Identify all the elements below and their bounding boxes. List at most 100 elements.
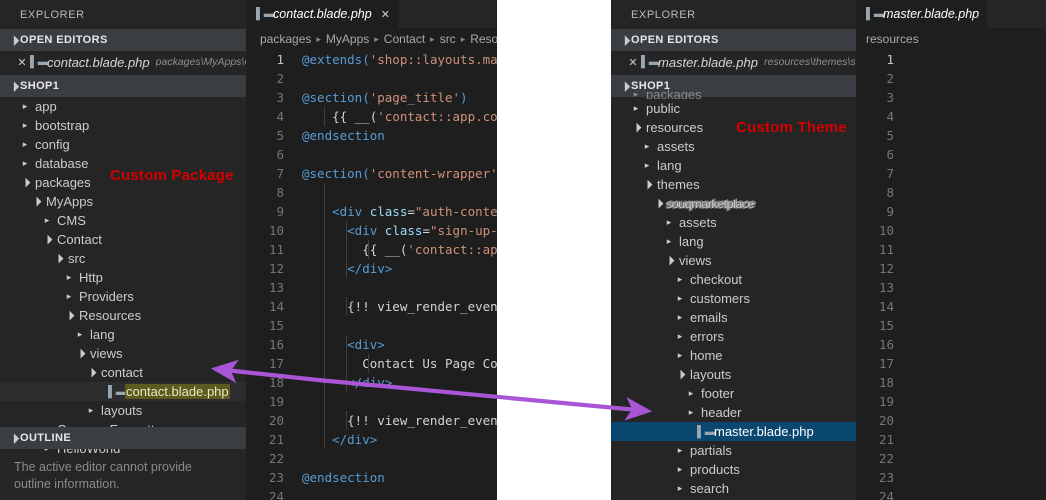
tree-item-lang[interactable]: lang <box>0 325 246 344</box>
code-line[interactable]: 10 <box>856 221 1046 240</box>
tree-item-themes[interactable]: themes <box>611 175 856 194</box>
code-line[interactable]: 15 <box>246 316 497 335</box>
breadcrumb-segment[interactable]: src <box>440 32 456 46</box>
code-line[interactable]: 6 <box>246 145 497 164</box>
tree-item-emails[interactable]: emails <box>611 308 856 327</box>
code-line[interactable]: 19 <box>856 392 1046 411</box>
code-line[interactable]: 21 <box>856 430 1046 449</box>
right-code-area[interactable]: 1234567891011121314151617181920212223242… <box>856 50 1046 500</box>
code-line[interactable]: 23 @endsection <box>246 468 497 487</box>
tab-contact-blade-php[interactable]: ▌▬ contact.blade.php ✕ <box>246 0 399 28</box>
code-line[interactable]: 5 @endsection <box>246 126 497 145</box>
tree-item-products[interactable]: products <box>611 460 856 479</box>
code-line[interactable]: 24 <box>856 487 1046 500</box>
tab-close-icon[interactable]: ✕ <box>381 8 390 21</box>
code-line[interactable]: 14 {!! view_render_event(' <box>246 297 497 316</box>
right-open-editors-header[interactable]: OPEN EDITORS <box>611 29 856 51</box>
code-line[interactable]: 10 <div class="sign-up-tex <box>246 221 497 240</box>
code-line[interactable]: 18 <box>856 373 1046 392</box>
tree-item-header[interactable]: header <box>611 403 856 422</box>
breadcrumb[interactable]: resources <box>856 28 1046 50</box>
code-line[interactable]: 20 {!! view_render_event(' <box>246 411 497 430</box>
tree-item-assets[interactable]: assets <box>611 213 856 232</box>
tree-item-partials[interactable]: partials <box>611 441 856 460</box>
code-line[interactable]: 1 @extends('shop::layouts.master' <box>246 50 497 69</box>
breadcrumb-segment[interactable]: Contact <box>384 32 425 46</box>
tree-item-lang[interactable]: lang <box>611 232 856 251</box>
tree-item-app[interactable]: app <box>0 97 246 116</box>
tree-item-contact[interactable]: contact <box>0 363 246 382</box>
code-line[interactable]: 19 <box>246 392 497 411</box>
tree-item-footer[interactable]: footer <box>611 384 856 403</box>
tree-item-resources[interactable]: Resources <box>0 306 246 325</box>
close-icon[interactable]: ✕ <box>14 56 30 69</box>
code-line[interactable]: 23 <box>856 468 1046 487</box>
breadcrumb[interactable]: packages ▸ MyApps ▸ Contact ▸ src ▸ Resources <box>246 28 497 50</box>
tree-item-views[interactable]: views <box>0 344 246 363</box>
breadcrumb-segment[interactable]: MyApps <box>326 32 369 46</box>
left-outline-header[interactable]: OUTLINE <box>0 427 246 449</box>
tree-item-errors[interactable]: errors <box>611 327 856 346</box>
tree-item-http[interactable]: Http <box>0 268 246 287</box>
tree-item-layouts[interactable]: layouts <box>611 365 856 384</box>
breadcrumb-segment[interactable]: Resources <box>470 32 497 46</box>
tree-item-contact[interactable]: Contact <box>0 230 246 249</box>
code-line[interactable]: 1 <box>856 50 1046 69</box>
code-line[interactable]: 17 Contact Us Page Conte <box>246 354 497 373</box>
tree-item-config[interactable]: config <box>0 135 246 154</box>
code-line[interactable]: 12 <box>856 259 1046 278</box>
tree-item-search[interactable]: search <box>611 479 856 498</box>
tree-item-contact-blade-php[interactable]: ▌▬ contact.blade.php <box>0 382 246 401</box>
code-line[interactable]: 16 <box>856 335 1046 354</box>
left-project-header[interactable]: SHOP1 <box>0 75 246 97</box>
code-line[interactable]: 3 <box>856 88 1046 107</box>
code-line[interactable]: 5 <box>856 126 1046 145</box>
code-line[interactable]: 3 @section('page_title') <box>246 88 497 107</box>
code-line[interactable]: 7 @section('content-wrapper') <box>246 164 497 183</box>
left-open-editor-item[interactable]: ✕ ▌▬ contact.blade.php packages\MyApps\C… <box>0 51 246 73</box>
code-line[interactable]: 13 <box>246 278 497 297</box>
code-line[interactable]: 15 <box>856 316 1046 335</box>
tree-item-master-blade-php[interactable]: ▌▬ master.blade.php <box>611 422 856 441</box>
code-line[interactable]: 4 {{ __('contact::app.contact <box>246 107 497 126</box>
code-line[interactable]: 13 <box>856 278 1046 297</box>
left-open-editors-header[interactable]: OPEN EDITORS <box>0 29 246 51</box>
code-line[interactable]: 14 <box>856 297 1046 316</box>
code-line[interactable]: 16 <div> <box>246 335 497 354</box>
breadcrumb-segment[interactable]: resources <box>866 32 919 46</box>
code-line[interactable]: 20 <box>856 411 1046 430</box>
code-line[interactable]: 24 <box>246 487 497 500</box>
tree-item-layouts[interactable]: layouts <box>0 401 246 420</box>
tree-item-myapps[interactable]: MyApps <box>0 192 246 211</box>
code-line[interactable]: 8 <box>246 183 497 202</box>
code-line[interactable]: 21 </div> <box>246 430 497 449</box>
tree-item-customers[interactable]: customers <box>611 289 856 308</box>
code-line[interactable]: 11 {{ __('contact::app <box>246 240 497 259</box>
tree-item-assets[interactable]: assets <box>611 137 856 156</box>
tree-item-souqmarketplace[interactable]: souqmarketplace <box>611 194 856 213</box>
code-line[interactable]: 7 <box>856 164 1046 183</box>
code-line[interactable]: 9 <div class="auth-content"> <box>246 202 497 221</box>
code-line[interactable]: 12 </div> <box>246 259 497 278</box>
tab-master-blade-php[interactable]: ▌▬ master.blade.php <box>856 0 989 28</box>
tree-item-providers[interactable]: Providers <box>0 287 246 306</box>
code-line[interactable]: 4 <box>856 107 1046 126</box>
tree-item-packages[interactable]: packages <box>611 89 856 99</box>
code-line[interactable]: 22 <box>246 449 497 468</box>
tree-item-views[interactable]: views <box>611 251 856 270</box>
tree-item-src[interactable]: src <box>0 249 246 268</box>
code-line[interactable]: 17 <box>856 354 1046 373</box>
right-open-editor-item[interactable]: ✕ ▌▬ master.blade.php resources\themes\s… <box>611 51 856 73</box>
close-icon[interactable]: ✕ <box>625 56 641 69</box>
code-line[interactable]: 6 <box>856 145 1046 164</box>
code-line[interactable]: 18 </div> <box>246 373 497 392</box>
left-code-area[interactable]: 1@extends('shop::layouts.master'23@secti… <box>246 50 497 500</box>
code-line[interactable]: 9 <box>856 202 1046 221</box>
tree-item-lang[interactable]: lang <box>611 156 856 175</box>
code-line[interactable]: 8 <box>856 183 1046 202</box>
code-line[interactable]: 2 <box>246 69 497 88</box>
code-line[interactable]: 2 <box>856 69 1046 88</box>
breadcrumb-segment[interactable]: packages <box>260 32 311 46</box>
tree-item-checkout[interactable]: checkout <box>611 270 856 289</box>
code-line[interactable]: 11 <box>856 240 1046 259</box>
